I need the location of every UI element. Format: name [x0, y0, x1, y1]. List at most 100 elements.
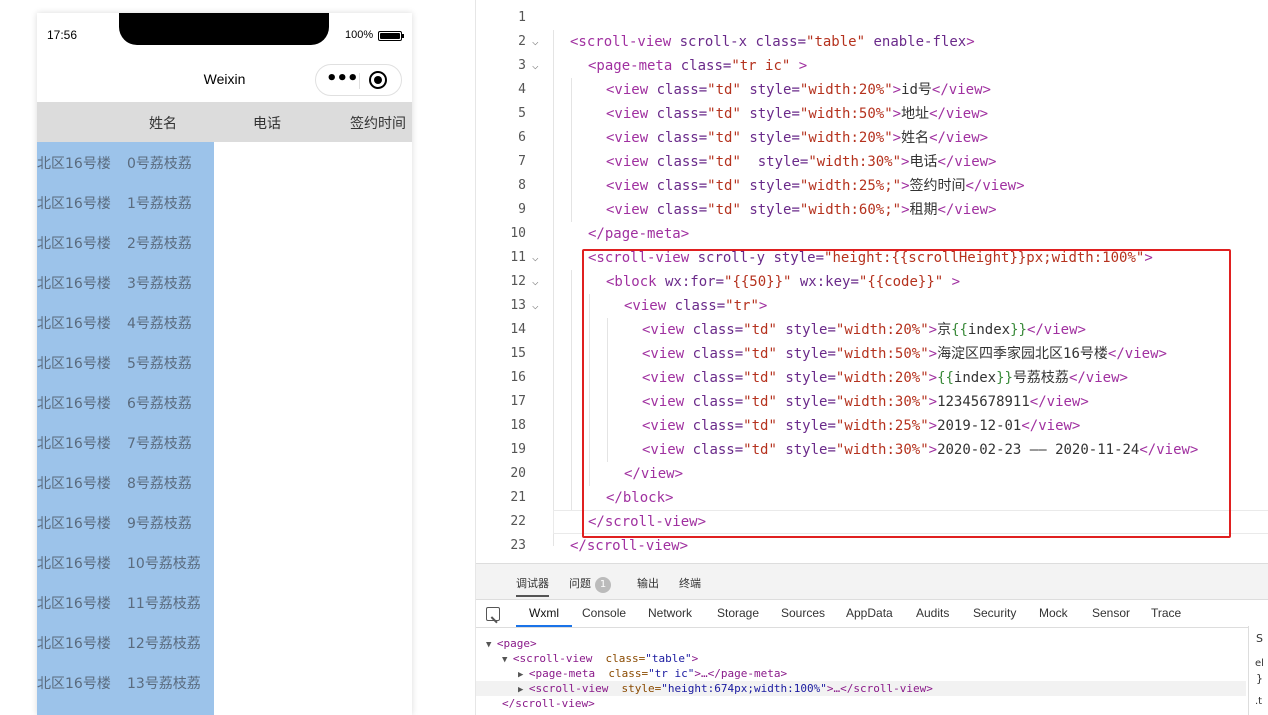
code-token: class= — [672, 58, 732, 74]
table-row: 北区16号楼 10号荔枝荔 — [37, 542, 214, 582]
tab-issues-label: 问题 — [569, 577, 591, 590]
line-number: 12 — [510, 274, 526, 289]
cell-address: 北区16号楼 — [37, 556, 111, 572]
wxml-token: "tr ic" — [648, 667, 695, 680]
code-token: </view> — [929, 106, 989, 122]
more-icon[interactable]: ••• — [326, 69, 359, 89]
cell-address: 北区16号楼 — [37, 516, 111, 532]
inspect-element-icon[interactable] — [486, 607, 500, 621]
line-number: 18 — [510, 418, 526, 433]
code-line: 4 <view class="td" style="width:20%">id号<… — [476, 78, 1268, 102]
code-token: "width:30%" — [808, 154, 902, 170]
code-token: > — [901, 178, 910, 194]
table-row: 北区16号楼 3号荔枝荔 — [37, 262, 214, 302]
code-token: class= — [648, 154, 708, 170]
cell-name: 10号荔枝荔 — [127, 556, 201, 572]
wxml-token: >…</scroll-view> — [826, 682, 933, 695]
table-row: 北区16号楼 1号荔枝荔 — [37, 182, 214, 222]
tab-issues[interactable]: 问题 1 — [569, 575, 611, 593]
wxml-token: <scroll-view — [528, 682, 615, 695]
fold-chevron-icon[interactable]: ⌵ — [532, 54, 539, 78]
highlight-annotation-box — [582, 249, 1231, 538]
line-number: 15 — [510, 346, 526, 361]
code-token: 姓名 — [901, 130, 930, 146]
line-number: 22 — [510, 514, 526, 529]
tab-sources[interactable]: Sources — [781, 606, 825, 620]
code-token: </view> — [931, 82, 991, 98]
code-token: > — [892, 130, 902, 146]
tab-network[interactable]: Network — [648, 606, 692, 620]
code-token: scroll-x class= — [671, 34, 807, 50]
tab-debugger[interactable]: 调试器 — [516, 575, 549, 597]
cell-address: 北区16号楼 — [37, 236, 111, 252]
table-row: 北区16号楼 12号荔枝荔 — [37, 622, 214, 662]
wxml-token: <page> — [496, 637, 537, 650]
fold-chevron-icon[interactable]: ⌵ — [532, 294, 539, 318]
cell-name: 4号荔枝荔 — [127, 316, 192, 332]
code-line: 7 <view class="td" style="width:30%">电话</… — [476, 150, 1268, 174]
tab-storage[interactable]: Storage — [717, 606, 759, 620]
tab-sensor[interactable]: Sensor — [1092, 606, 1130, 620]
code-token: class= — [648, 106, 708, 122]
wxml-token: <page-meta — [528, 667, 602, 680]
fold-chevron-icon[interactable]: ⌵ — [532, 246, 539, 270]
devtools-tabs: Wxml Console Network Storage Sources App… — [476, 600, 1268, 628]
code-token: <scroll-view — [570, 34, 672, 50]
wxml-node[interactable]: </scroll-view> — [476, 696, 1246, 711]
phone-notch — [119, 13, 329, 45]
code-token: <view — [606, 154, 649, 170]
tab-terminal[interactable]: 终端 — [679, 575, 701, 591]
tab-appdata[interactable]: AppData — [846, 606, 893, 620]
close-miniprogram-icon[interactable] — [369, 71, 387, 89]
tab-console[interactable]: Console — [582, 606, 626, 620]
tab-audits[interactable]: Audits — [916, 606, 949, 620]
cell-address: 北区16号楼 — [37, 476, 111, 492]
expand-arrow-icon[interactable]: ▶ — [518, 670, 529, 680]
code-token: "width:60%;" — [799, 202, 902, 218]
wxml-node[interactable]: ▶ <scroll-view style="height:674px;width… — [476, 681, 1246, 696]
tab-security[interactable]: Security — [973, 606, 1016, 620]
code-token: 地址 — [901, 106, 930, 122]
code-token: "width:50%" — [799, 106, 893, 122]
code-text: <view class="td" style="width:50%">地址</v… — [606, 102, 988, 126]
collapse-arrow-icon[interactable]: ▼ — [486, 640, 497, 650]
code-line: 2 ⌵ <scroll-view scroll-x class="table" en… — [476, 30, 1268, 54]
code-token: </view> — [937, 154, 997, 170]
code-text: <view class="td" style="width:20%">id号</… — [606, 78, 991, 102]
code-token: <view — [606, 82, 649, 98]
code-token: style= — [740, 106, 800, 122]
collapse-arrow-icon[interactable]: ▼ — [502, 655, 513, 665]
tab-wxml[interactable]: Wxml — [529, 606, 559, 620]
code-token: <view — [606, 202, 649, 218]
expand-arrow-icon[interactable]: ▶ — [518, 685, 529, 695]
line-number: 17 — [510, 394, 526, 409]
fold-chevron-icon[interactable]: ⌵ — [532, 30, 539, 54]
code-token: "width:20%" — [799, 82, 893, 98]
code-token: </view> — [937, 202, 997, 218]
code-token: class= — [648, 82, 708, 98]
code-token: class= — [648, 178, 708, 194]
code-line: 10 </page-meta> — [476, 222, 1268, 246]
code-text: <view class="td" style="width:25%;">签约时间… — [606, 174, 1025, 198]
code-line: 1 — [476, 6, 1268, 30]
tab-output[interactable]: 输出 — [637, 575, 659, 591]
line-number: 19 — [510, 442, 526, 457]
line-number: 2 — [518, 34, 526, 49]
wxml-node[interactable]: ▶ <page-meta class="tr ic">…</page-meta> — [476, 666, 1246, 681]
status-bar: 17:56 100% — [37, 13, 412, 57]
table-body[interactable]: 北区16号楼 0号荔枝荔 北区16号楼 1号荔枝荔 北区16号楼 2号荔枝荔 北区16号楼 3… — [37, 142, 214, 715]
fold-chevron-icon[interactable]: ⌵ — [532, 270, 539, 294]
table-row: 北区16号楼 8号荔枝荔 — [37, 462, 214, 502]
wxml-node[interactable]: ▼ <scroll-view class="table"> — [476, 651, 1246, 666]
line-number: 14 — [510, 322, 526, 337]
code-token: 租期 — [909, 202, 938, 218]
wxml-node[interactable]: ▼ <page> — [476, 636, 1246, 651]
cell-address: 北区16号楼 — [37, 316, 111, 332]
line-number: 3 — [518, 58, 526, 73]
cell-name: 0号荔枝荔 — [127, 156, 192, 172]
tab-trace[interactable]: Trace — [1151, 606, 1181, 620]
tab-mock[interactable]: Mock — [1039, 606, 1068, 620]
code-text: <view class="td" style="width:30%">电话</v… — [606, 150, 997, 174]
table-row: 北区16号楼 11号荔枝荔 — [37, 582, 214, 622]
table-row: 北区16号楼 4号荔枝荔 — [37, 302, 214, 342]
